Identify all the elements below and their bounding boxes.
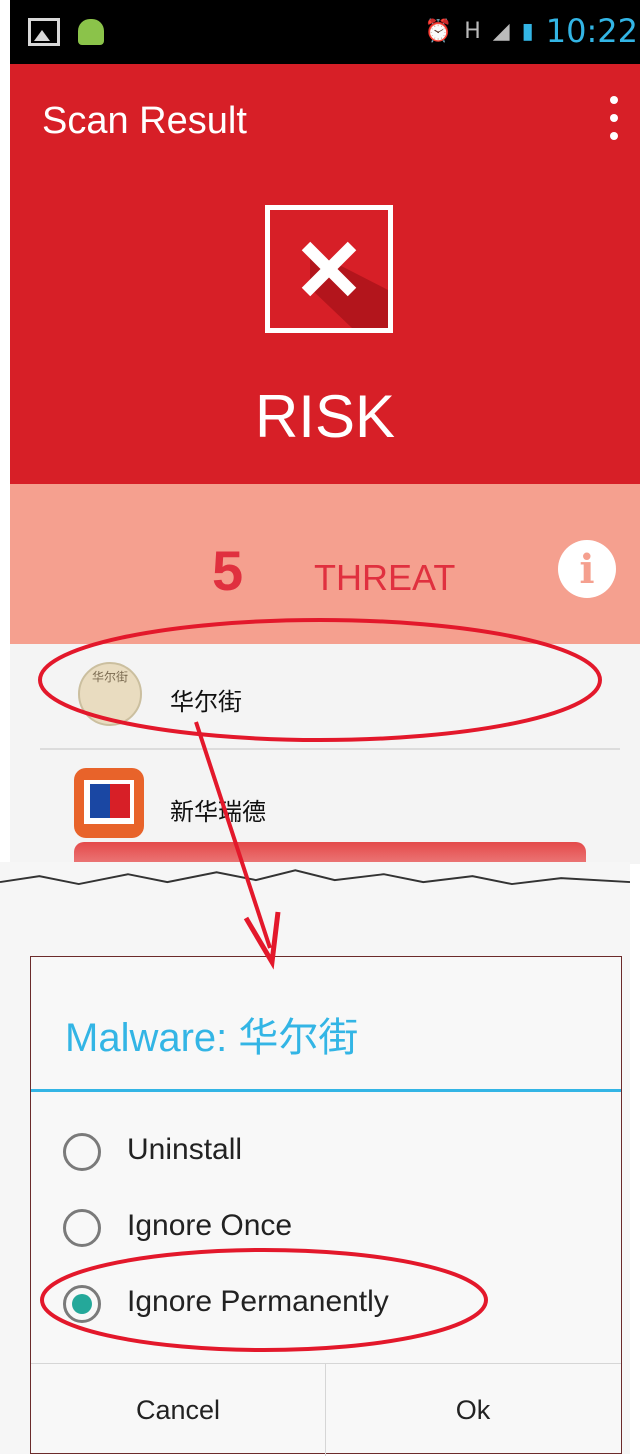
option-ignore-once[interactable]: Ignore Once <box>63 1201 603 1261</box>
gallery-icon <box>28 18 60 46</box>
option-uninstall[interactable]: Uninstall <box>63 1125 603 1185</box>
threat-list: 华尔街 华尔街 新华瑞德 <box>10 644 640 864</box>
app-name: 新华瑞德 <box>170 798 266 826</box>
network-type: H <box>464 18 481 44</box>
threat-count: 5 <box>212 539 244 602</box>
alarm-icon: ⏰ <box>424 18 453 44</box>
threat-label: THREAT <box>314 557 456 598</box>
info-icon[interactable]: i <box>558 540 616 598</box>
option-ignore-permanently[interactable]: Ignore Permanently <box>63 1277 603 1337</box>
app-name: 华尔街 <box>170 688 242 716</box>
radio-button[interactable] <box>63 1133 101 1171</box>
dialog-buttons: Cancel Ok <box>31 1363 621 1456</box>
torn-edge <box>0 862 630 912</box>
risk-status: RISK <box>254 383 396 450</box>
radio-button-selected[interactable] <box>63 1285 101 1323</box>
battery-icon: ▮ <box>521 18 534 44</box>
dialog-divider <box>31 1089 621 1092</box>
cancel-button[interactable]: Cancel <box>31 1364 325 1456</box>
app-icon: 华尔街 <box>78 662 142 726</box>
status-time: 10:22 <box>545 12 638 50</box>
malware-dialog: Malware: 华尔街 Uninstall Ignore Once Ignor… <box>30 956 622 1456</box>
status-bar: ⏰ H ◢ ▮ 10:22 <box>10 0 640 64</box>
signal-icon: ◢ <box>492 18 510 44</box>
dialog-title: Malware: 华尔街 <box>65 1016 359 1060</box>
list-item[interactable]: 华尔街 华尔街 <box>10 644 640 750</box>
app-icon <box>74 768 144 838</box>
threat-summary: 5 THREAT i <box>10 484 640 644</box>
option-label: Ignore Once <box>127 1209 293 1242</box>
result-header: Scan Result RISK <box>10 64 640 484</box>
option-label: Uninstall <box>127 1133 243 1166</box>
ok-button[interactable]: Ok <box>326 1364 620 1456</box>
option-label: Ignore Permanently <box>127 1285 389 1318</box>
android-icon <box>78 19 104 45</box>
radio-button[interactable] <box>63 1209 101 1247</box>
page-title: Scan Result <box>42 100 247 142</box>
overflow-menu-icon[interactable] <box>610 96 620 140</box>
list-item[interactable]: 新华瑞德 <box>10 750 640 850</box>
close-x-icon <box>265 205 393 333</box>
